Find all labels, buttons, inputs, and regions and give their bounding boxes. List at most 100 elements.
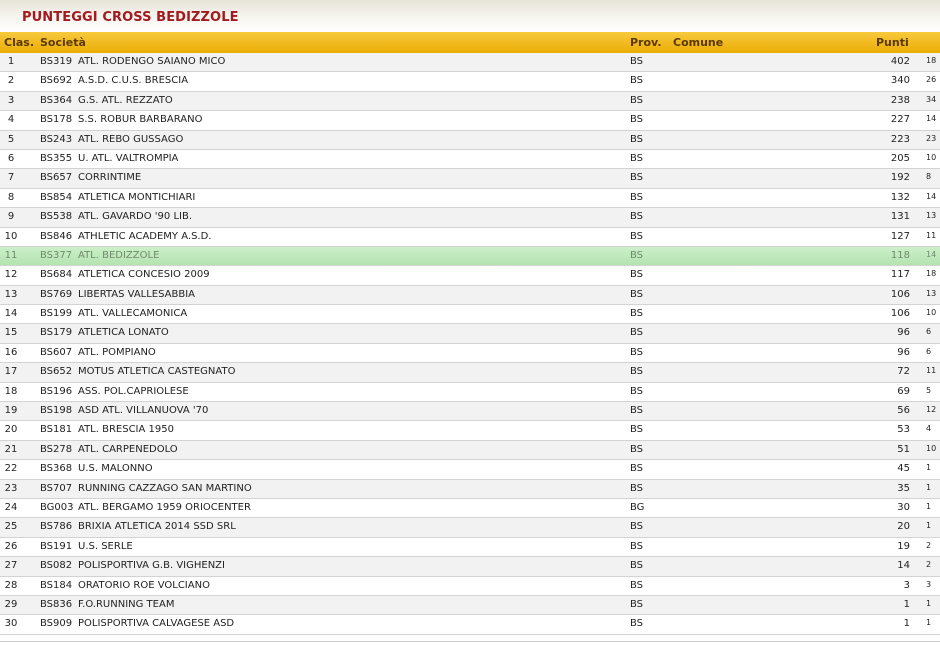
team-code-cell: BS198 — [40, 405, 73, 417]
team-name-cell: ATL. CARPENEDOLO — [78, 443, 178, 455]
team-name-cell: U.S. SERLE — [78, 540, 133, 552]
table-row: 19 BS198 ASD ATL. VILLANUOVA '70 BS 56 12 — [0, 402, 940, 422]
province-cell: BS — [630, 152, 644, 164]
extra-count-cell: 14 — [926, 191, 937, 201]
team-name-cell: ORATORIO ROE VOLCIANO — [78, 579, 210, 591]
points-cell: 227 — [890, 114, 910, 126]
table-row: 6 BS355 U. ATL. VALTROMPIA BS 205 10 — [0, 149, 940, 170]
points-cell: 238 — [890, 94, 910, 106]
team-name-cell: ATL. BERGAMO 1959 ORIOCENTER — [78, 501, 251, 513]
rank-cell: 30 — [4, 618, 18, 630]
table-row: 15 BS179 ATLETICA LONATO BS 96 6 — [0, 324, 940, 344]
team-code-cell: BS684 — [40, 269, 73, 281]
table-row: 2 BS692 A.S.D. C.U.S. BRESCIA BS 340 26 — [0, 72, 940, 92]
standings-table: 1 BS319 ATL. RODENGO SAIANO MICO BS 402 18 2 BS… — [0, 53, 940, 635]
extra-count-cell: 5 — [926, 385, 932, 395]
team-name-cell: A.S.D. C.U.S. BRESCIA — [78, 75, 189, 87]
team-name-cell: MOTUS ATLETICA CASTEGNATO — [78, 366, 236, 378]
table-row: 23 BS707 RUNNING CAZZAGO SAN MARTINO BS 35 1 — [0, 479, 940, 499]
table-row: 20 BS181 ATL. BRESCIA 1950 BS 53 4 — [0, 421, 940, 441]
table-row: 30 BS909 POLISPORTIVA CALVAGESE ASD BS 1 1 — [0, 615, 940, 635]
province-cell: BS — [630, 114, 644, 126]
table-row: 11 BS377 ATL. BEDIZZOLE BS 118 14 — [0, 246, 940, 267]
extra-count-cell: 34 — [926, 94, 937, 104]
team-code-cell: BS377 — [40, 249, 73, 261]
team-name-cell: ATL. BEDIZZOLE — [78, 249, 160, 261]
extra-count-cell: 6 — [926, 346, 932, 356]
extra-count-cell: 10 — [926, 152, 937, 162]
province-cell: BS — [630, 346, 644, 358]
extra-count-cell: 1 — [926, 482, 932, 492]
team-name-cell: ATL. VALLECAMONICA — [78, 308, 188, 320]
table-row: 9 BS538 ATL. GAVARDO '90 LIB. BS 131 13 — [0, 208, 940, 228]
header-prov: Prov. — [630, 36, 662, 49]
extra-count-cell: 1 — [926, 463, 932, 473]
points-cell: 1 — [903, 598, 910, 610]
extra-count-cell: 1 — [926, 521, 932, 531]
header-rank: Clas. — [4, 36, 34, 49]
table-row: 27 BS082 POLISPORTIVA G.B. VIGHENZI BS 14 2 — [0, 557, 940, 577]
extra-count-cell: 8 — [926, 172, 932, 182]
rank-cell: 28 — [4, 579, 18, 591]
team-name-cell: RUNNING CAZZAGO SAN MARTINO — [78, 482, 252, 494]
table-row: 21 BS278 ATL. CARPENEDOLO BS 51 10 — [0, 440, 940, 461]
team-code-cell: BS191 — [40, 540, 73, 552]
team-code-cell: BS364 — [40, 94, 73, 106]
points-cell: 1 — [903, 618, 910, 630]
points-cell: 106 — [890, 288, 910, 300]
team-name-cell: G.S. ATL. REZZATO — [78, 94, 173, 106]
province-cell: BS — [630, 191, 644, 203]
table-row: 26 BS191 U.S. SERLE BS 19 2 — [0, 537, 940, 558]
province-cell: BS — [630, 308, 644, 320]
rank-cell: 14 — [4, 308, 18, 320]
points-cell: 20 — [897, 521, 910, 533]
title-bar: PUNTEGGI CROSS BEDIZZOLE — [0, 0, 940, 33]
team-code-cell: BS199 — [40, 308, 73, 320]
province-cell: BS — [630, 133, 644, 145]
points-cell: 127 — [890, 230, 910, 242]
team-code-cell: BS184 — [40, 579, 73, 591]
team-code-cell: BG003 — [40, 501, 74, 513]
team-code-cell: BS607 — [40, 346, 73, 358]
extra-count-cell: 10 — [926, 308, 937, 318]
rank-cell: 19 — [4, 405, 18, 417]
team-name-cell: ATLETICA MONTICHIARI — [78, 191, 196, 203]
table-row: 22 BS368 U.S. MALONNO BS 45 1 — [0, 460, 940, 480]
team-code-cell: BS196 — [40, 385, 73, 397]
points-cell: 96 — [897, 327, 910, 339]
rank-cell: 22 — [4, 463, 18, 475]
team-code-cell: BS846 — [40, 230, 73, 242]
province-cell: BS — [630, 579, 644, 591]
team-name-cell: ATL. RODENGO SAIANO MICO — [78, 56, 226, 67]
table-row: 10 BS846 ATHLETIC ACADEMY A.S.D. BS 127 11 — [0, 227, 940, 247]
province-cell: BS — [630, 521, 644, 533]
rank-cell: 17 — [4, 366, 18, 378]
team-name-cell: ASS. POL.CAPRIOLESE — [78, 385, 189, 397]
extra-count-cell: 4 — [926, 424, 932, 434]
points-cell: 53 — [897, 424, 910, 436]
rank-cell: 24 — [4, 501, 18, 513]
rank-cell: 21 — [4, 443, 18, 455]
rank-cell: 6 — [7, 152, 15, 164]
points-cell: 19 — [897, 540, 910, 552]
team-name-cell: POLISPORTIVA G.B. VIGHENZI — [78, 560, 225, 572]
extra-count-cell: 13 — [926, 288, 937, 298]
rank-cell: 5 — [7, 133, 15, 145]
team-code-cell: BS786 — [40, 521, 73, 533]
team-code-cell: BS368 — [40, 463, 73, 475]
team-name-cell: F.O.RUNNING TEAM — [78, 598, 175, 610]
points-cell: 72 — [897, 366, 910, 378]
team-code-cell: BS355 — [40, 152, 73, 164]
province-cell: BS — [630, 598, 644, 610]
points-cell: 223 — [890, 133, 910, 145]
points-cell: 30 — [897, 501, 910, 513]
table-row: 1 BS319 ATL. RODENGO SAIANO MICO BS 402 18 — [0, 53, 940, 73]
team-name-cell: ATLETICA CONCESIO 2009 — [78, 269, 210, 281]
rank-cell: 29 — [4, 598, 18, 610]
points-cell: 402 — [890, 56, 910, 67]
team-code-cell: BS181 — [40, 424, 73, 436]
province-cell: BS — [630, 288, 644, 300]
rank-cell: 2 — [7, 75, 15, 87]
table-row: 7 BS657 CORRINTIME BS 192 8 — [0, 169, 940, 189]
table-row: 8 BS854 ATLETICA MONTICHIARI BS 132 14 — [0, 188, 940, 209]
